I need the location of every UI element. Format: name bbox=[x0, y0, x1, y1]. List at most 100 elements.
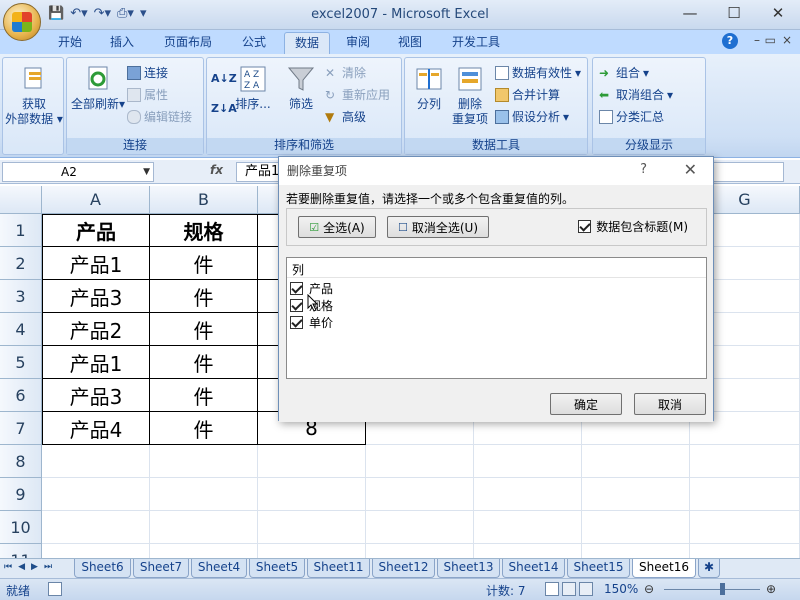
consolidate-button[interactable]: 合并计算 bbox=[495, 86, 560, 103]
grid-cell[interactable]: 产品3 bbox=[42, 379, 150, 412]
grid-cell[interactable] bbox=[150, 478, 258, 511]
grid-cell[interactable] bbox=[42, 478, 150, 511]
sheet-tab[interactable]: Sheet14 bbox=[502, 559, 565, 578]
grid-cell[interactable]: 产品 bbox=[42, 214, 150, 247]
grid-cell[interactable] bbox=[690, 511, 800, 544]
grid-cell[interactable] bbox=[150, 511, 258, 544]
columns-listbox[interactable]: 列 产品 规格 单价 bbox=[286, 257, 707, 379]
grid-cell[interactable] bbox=[258, 445, 366, 478]
grid-cell[interactable] bbox=[150, 445, 258, 478]
row-header[interactable]: 9 bbox=[0, 478, 42, 511]
ribbon-minimize-icon[interactable]: – bbox=[754, 33, 760, 47]
sheet-tab[interactable]: Sheet5 bbox=[249, 559, 305, 578]
get-external-data-button[interactable]: 获取 外部数据 ▾ bbox=[5, 64, 63, 127]
sheet-tab[interactable]: Sheet15 bbox=[567, 559, 630, 578]
row-header[interactable]: 10 bbox=[0, 511, 42, 544]
select-all-button[interactable]: ☑ 全选(A) bbox=[298, 216, 376, 238]
tab-review[interactable]: 审阅 bbox=[336, 32, 380, 54]
grid-cell[interactable] bbox=[474, 478, 582, 511]
grid-cell[interactable] bbox=[582, 478, 690, 511]
row-header[interactable]: 11 bbox=[0, 544, 42, 558]
grid-cell[interactable] bbox=[582, 511, 690, 544]
grid-cell[interactable]: 件 bbox=[150, 280, 258, 313]
help-icon[interactable]: ? bbox=[722, 33, 738, 49]
maximize-button[interactable]: ☐ bbox=[712, 0, 756, 28]
grid-cell[interactable] bbox=[690, 445, 800, 478]
macro-record-icon[interactable] bbox=[48, 582, 62, 596]
connections-button[interactable]: 连接 bbox=[127, 64, 168, 81]
row-header[interactable]: 6 bbox=[0, 379, 42, 412]
grid-cell[interactable]: 件 bbox=[150, 346, 258, 379]
grid-cell[interactable] bbox=[42, 445, 150, 478]
grid-cell[interactable] bbox=[474, 544, 582, 558]
prev-sheet-icon[interactable]: ◀ bbox=[18, 562, 25, 572]
grid-cell[interactable]: 件 bbox=[150, 313, 258, 346]
refresh-all-button[interactable]: 全部刷新▾ bbox=[69, 64, 127, 112]
text-to-columns-button[interactable]: 分列 bbox=[409, 64, 449, 112]
row-header[interactable]: 3 bbox=[0, 280, 42, 313]
grid-cell[interactable]: 产品1 bbox=[42, 247, 150, 280]
office-button[interactable] bbox=[3, 3, 41, 41]
row-header[interactable]: 8 bbox=[0, 445, 42, 478]
column-checkbox-price[interactable]: 单价 bbox=[290, 314, 333, 331]
grid-cell[interactable] bbox=[366, 511, 474, 544]
normal-view-icon[interactable] bbox=[545, 582, 559, 596]
grid-cell[interactable]: 产品1 bbox=[42, 346, 150, 379]
group-rows-button[interactable]: ➜ 组合 ▾ bbox=[599, 64, 649, 81]
fx-icon[interactable]: fx bbox=[210, 163, 223, 177]
row-header[interactable]: 5 bbox=[0, 346, 42, 379]
what-if-analysis-button[interactable]: 假设分析 ▾ bbox=[495, 108, 569, 125]
ok-button[interactable]: 确定 bbox=[550, 393, 622, 415]
tab-view[interactable]: 视图 bbox=[388, 32, 432, 54]
dialog-close-icon[interactable]: ✕ bbox=[684, 160, 697, 179]
sheet-tab[interactable]: Sheet4 bbox=[191, 559, 247, 578]
row-header[interactable]: 2 bbox=[0, 247, 42, 280]
sort-button[interactable]: A ZZ A 排序... bbox=[233, 64, 273, 112]
name-box-dropdown-icon[interactable]: ▼ bbox=[143, 163, 150, 181]
tab-home[interactable]: 开始 bbox=[48, 32, 92, 54]
grid-cell[interactable] bbox=[690, 478, 800, 511]
grid-cell[interactable] bbox=[366, 478, 474, 511]
sheet-tab[interactable]: Sheet16 bbox=[632, 559, 696, 578]
page-layout-view-icon[interactable] bbox=[562, 582, 576, 596]
zoom-slider-track[interactable] bbox=[664, 589, 760, 590]
properties-button[interactable]: 属性 bbox=[127, 86, 168, 103]
tab-developer[interactable]: 开发工具 bbox=[442, 32, 510, 54]
grid-cell[interactable] bbox=[258, 478, 366, 511]
name-box[interactable]: A2 ▼ bbox=[2, 162, 154, 182]
grid-cell[interactable] bbox=[582, 544, 690, 558]
next-sheet-icon[interactable]: ▶ bbox=[31, 562, 38, 572]
ungroup-button[interactable]: ⬅ 取消组合 ▾ bbox=[599, 86, 673, 103]
has-headers-checkbox[interactable]: 数据包含标题(M) bbox=[578, 218, 688, 235]
sheet-tab[interactable]: Sheet6 bbox=[74, 559, 131, 578]
unselect-all-button[interactable]: ☐ 取消全选(U) bbox=[387, 216, 489, 238]
grid-cell[interactable]: 件 bbox=[150, 379, 258, 412]
grid-cell[interactable]: 产品3 bbox=[42, 280, 150, 313]
insert-sheet-icon[interactable]: ✱ bbox=[698, 559, 720, 578]
sheet-tab[interactable]: Sheet11 bbox=[307, 559, 370, 578]
grid-cell[interactable] bbox=[258, 544, 366, 558]
grid-cell[interactable] bbox=[366, 445, 474, 478]
reapply-button[interactable]: ↻ 重新应用 bbox=[325, 86, 390, 103]
close-button[interactable]: ✕ bbox=[756, 0, 800, 28]
tab-insert[interactable]: 插入 bbox=[100, 32, 144, 54]
zoom-out-icon[interactable]: ⊖ bbox=[644, 582, 654, 596]
tab-formulas[interactable]: 公式 bbox=[232, 32, 276, 54]
grid-cell[interactable]: 产品2 bbox=[42, 313, 150, 346]
row-header[interactable]: 4 bbox=[0, 313, 42, 346]
row-header[interactable]: 1 bbox=[0, 214, 42, 247]
edit-links-button[interactable]: 编辑链接 bbox=[127, 108, 192, 125]
ribbon-restore-icon[interactable]: ▭ bbox=[765, 33, 776, 47]
column-header-a[interactable]: A bbox=[42, 186, 150, 214]
select-all-corner[interactable] bbox=[0, 186, 42, 214]
grid-cell[interactable] bbox=[258, 511, 366, 544]
advanced-filter-button[interactable]: ▼ 高级 bbox=[325, 108, 366, 125]
column-header-b[interactable]: B bbox=[150, 186, 258, 214]
grid-cell[interactable]: 件 bbox=[150, 247, 258, 280]
ribbon-close-icon[interactable]: × bbox=[782, 33, 792, 47]
clear-filter-button[interactable]: ✕ 清除 bbox=[325, 64, 366, 81]
grid-cell[interactable]: 产品4 bbox=[42, 412, 150, 445]
filter-button[interactable]: 筛选 bbox=[281, 64, 321, 112]
grid-cell[interactable]: 件 bbox=[150, 412, 258, 445]
minimize-button[interactable]: — bbox=[668, 0, 712, 28]
